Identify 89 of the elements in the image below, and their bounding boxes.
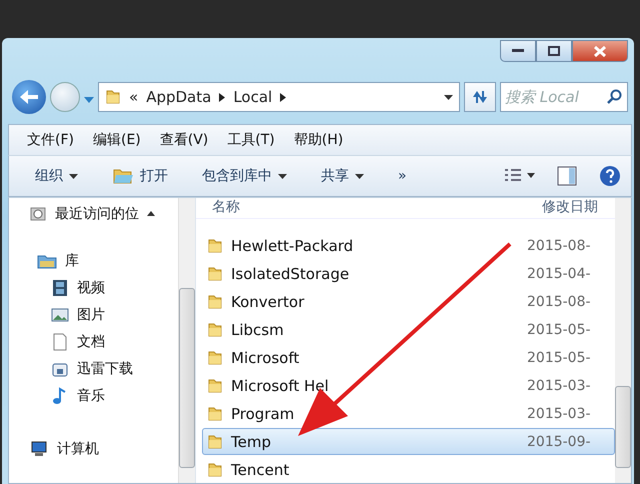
dropdown-caret-icon[interactable] [444,94,453,100]
history-dropdown-icon[interactable] [84,96,94,102]
breadcrumb-arrow-icon[interactable] [280,92,286,102]
modified-date: 2015-09- [527,434,591,450]
breadcrumb[interactable]: AppData [146,88,212,106]
breadcrumb[interactable]: Local [233,88,272,106]
close-icon [594,46,606,56]
refresh-arrows-icon [471,89,489,105]
file-row[interactable]: Konvertor 2015-08- [202,288,615,315]
close-button[interactable] [572,40,628,62]
column-header[interactable]: 名称 [196,198,542,216]
address-bar[interactable]: « AppData Local [98,82,460,112]
dropdown-caret-icon [278,174,287,178]
modified-date: 2015-03- [527,406,591,422]
file-name: Libcsm [231,320,284,338]
folder-icon [207,462,223,478]
menu-item[interactable]: 文件(F) [19,129,85,151]
file-name: Hewlett-Packard [231,236,354,254]
back-button[interactable] [12,80,46,114]
folder-icon [207,322,223,338]
column-header[interactable]: 修改日期 [542,198,598,216]
document-icon [51,332,69,350]
folder-icon [207,294,223,310]
sidebar-item[interactable]: 文档 [9,328,178,355]
file-name: Program [231,404,294,422]
modified-date: 2015-04- [527,266,591,282]
sidebar-item[interactable]: 视频 [9,274,178,301]
open-folder-icon [112,167,134,185]
file-name: Microsoft [231,348,300,366]
search-icon [607,89,623,105]
address-folder-icon [105,89,121,105]
search-field[interactable]: 搜索 Local [500,82,628,112]
file-row[interactable]: Hewlett-Packard 2015-08- [202,232,615,259]
folder-icon [207,434,223,450]
preview-pane-icon[interactable] [557,166,577,186]
folder-icon [207,378,223,394]
modified-date: 2015-03- [527,378,591,394]
minimize-icon [512,49,524,53]
film-icon [51,278,69,296]
help-icon[interactable] [599,165,621,187]
maximize-icon [548,46,560,56]
dropdown-caret-icon [69,174,78,178]
menu-item[interactable]: 编辑(E) [84,129,152,151]
file-name: Konvertor [231,292,304,310]
scrollbar-thumb[interactable] [615,386,631,468]
file-name: Tencent [231,460,290,478]
sidebar-item[interactable]: 计算机 [9,435,178,462]
breadcrumb-arrow-icon[interactable] [219,92,226,102]
sidebar-item[interactable]: 图片 [9,301,178,328]
overflow-chevron[interactable]: « [129,88,138,106]
minimize-button[interactable] [500,40,536,62]
toolbar-button[interactable]: 共享 [315,163,370,189]
file-row[interactable]: Tencent [202,456,615,483]
toolbar-button[interactable]: 包含到库中 [196,163,293,189]
file-name: IsolatedStorage [231,264,350,282]
sidebar-item[interactable]: 最近访问的位 [9,200,178,227]
file-row[interactable]: Program 2015-03- [202,400,615,427]
toolbar-button[interactable]: 打开 [106,163,174,189]
menu-item[interactable]: 帮助(H) [286,129,354,151]
toolbar-button[interactable]: » [392,164,413,188]
sidebar-item[interactable]: 迅雷下载 [9,355,178,382]
folder-icon [207,266,223,282]
menu-item[interactable]: 查看(V) [152,129,220,151]
refresh-button[interactable] [464,82,496,112]
file-row[interactable]: IsolatedStorage 2015-04- [202,260,615,287]
toolbar-button[interactable]: 组织 [29,163,84,189]
file-row[interactable]: Microsoft 2015-05- [202,344,615,371]
modified-date: 2015-08- [527,294,591,310]
folder-icon [207,350,223,366]
sidebar-item[interactable]: 音乐 [9,382,178,409]
computer-icon [29,440,49,458]
collapse-caret-icon[interactable] [147,211,155,216]
file-name: Temp [231,432,271,450]
sidebar-item[interactable]: 库 [9,247,178,274]
maximize-button[interactable] [536,40,572,62]
file-row[interactable]: Temp 2015-09- [202,428,615,455]
file-row[interactable]: Microsoft Hel 2015-03- [202,372,615,399]
menu-item[interactable]: 工具(T) [219,129,286,151]
modified-date: 2015-08- [527,238,591,254]
modified-date: 2015-05- [527,322,591,338]
file-row[interactable]: Libcsm 2015-05- [202,316,615,343]
dropdown-caret-icon [355,174,364,178]
modified-date: 2015-05- [527,350,591,366]
back-arrow-icon [20,90,38,104]
file-name: Microsoft Hel [231,376,329,394]
folder-icon [207,238,223,254]
folder-icon [207,406,223,422]
scrollbar-thumb[interactable] [179,288,195,468]
picture-icon [51,306,69,324]
